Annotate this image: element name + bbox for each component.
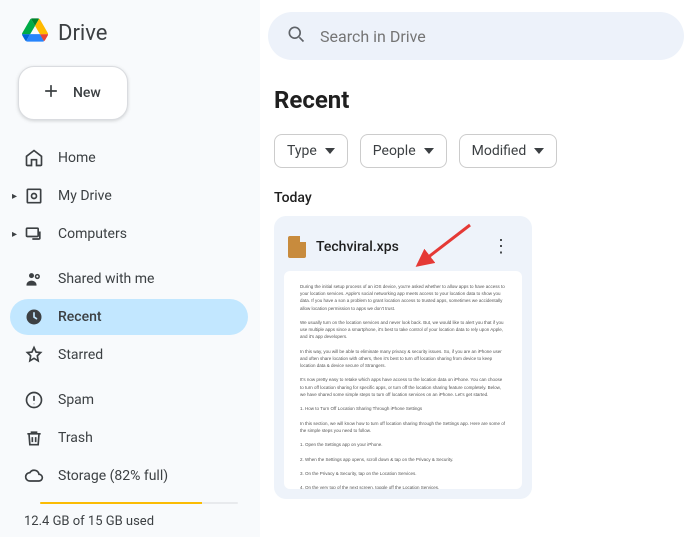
search-icon [286, 24, 306, 48]
sidebar-item-home[interactable]: Home [10, 140, 248, 176]
brand-name: Drive [58, 21, 107, 46]
file-card[interactable]: Techviral.xps ⋮ During the initial setup… [274, 216, 532, 499]
chip-label: Modified [472, 143, 527, 159]
file-more-menu[interactable]: ⋮ [484, 232, 518, 261]
filter-type[interactable]: Type [274, 134, 348, 168]
sidebar-item-storage[interactable]: Storage (82% full) [10, 458, 248, 494]
new-button[interactable]: New [18, 66, 128, 120]
sidebar-item-shared[interactable]: Shared with me [10, 261, 248, 297]
drive-icon [24, 186, 44, 206]
spam-icon [24, 390, 44, 410]
sidebar-item-my-drive[interactable]: ▸ My Drive [10, 178, 248, 214]
home-icon [24, 148, 44, 168]
filter-people[interactable]: People [360, 134, 447, 168]
filter-modified[interactable]: Modified [459, 134, 558, 168]
drive-logo-icon [22, 18, 48, 48]
section-today-label: Today [260, 168, 684, 216]
storage-text: 12.4 GB of 15 GB used [0, 504, 260, 529]
page-title: Recent [260, 60, 684, 134]
sidebar-item-label: Starred [58, 347, 103, 363]
expand-icon: ▸ [12, 191, 17, 202]
file-thumbnail: During the initial setup process of an i… [284, 271, 522, 489]
sidebar-item-label: My Drive [58, 188, 112, 204]
sidebar-item-label: Storage (82% full) [58, 468, 168, 484]
chip-label: People [373, 143, 416, 159]
chevron-down-icon [424, 146, 434, 156]
sidebar-item-computers[interactable]: ▸ Computers [10, 216, 248, 252]
plus-icon [41, 81, 61, 105]
shared-icon [24, 269, 44, 289]
sidebar: Drive New Home ▸ My Drive ▸ Computers Sh… [0, 0, 260, 537]
sidebar-item-label: Home [58, 150, 96, 166]
sidebar-item-spam[interactable]: Spam [10, 382, 248, 418]
clock-icon [24, 307, 44, 327]
brand: Drive [0, 8, 260, 66]
sidebar-item-label: Shared with me [58, 271, 154, 287]
search-input[interactable] [320, 27, 666, 46]
sidebar-item-label: Recent [58, 309, 102, 325]
cloud-icon [24, 466, 44, 486]
sidebar-item-label: Computers [58, 226, 127, 242]
search-bar[interactable] [268, 12, 684, 60]
chip-label: Type [287, 143, 317, 159]
file-type-icon [288, 236, 306, 258]
file-name: Techviral.xps [316, 239, 474, 255]
computers-icon [24, 224, 44, 244]
star-icon [24, 345, 44, 365]
sidebar-item-trash[interactable]: Trash [10, 420, 248, 456]
sidebar-item-starred[interactable]: Starred [10, 337, 248, 373]
filter-row: Type People Modified [260, 134, 684, 168]
main: Recent Type People Modified Today Techvi… [260, 0, 700, 537]
sidebar-item-label: Spam [58, 392, 94, 408]
trash-icon [24, 428, 44, 448]
chevron-down-icon [325, 146, 335, 156]
new-button-label: New [73, 85, 101, 101]
storage-bar [40, 502, 238, 504]
chevron-down-icon [534, 146, 544, 156]
sidebar-item-label: Trash [58, 430, 93, 446]
storage-fill [40, 502, 202, 504]
expand-icon: ▸ [12, 229, 17, 240]
sidebar-item-recent[interactable]: Recent [10, 299, 248, 335]
